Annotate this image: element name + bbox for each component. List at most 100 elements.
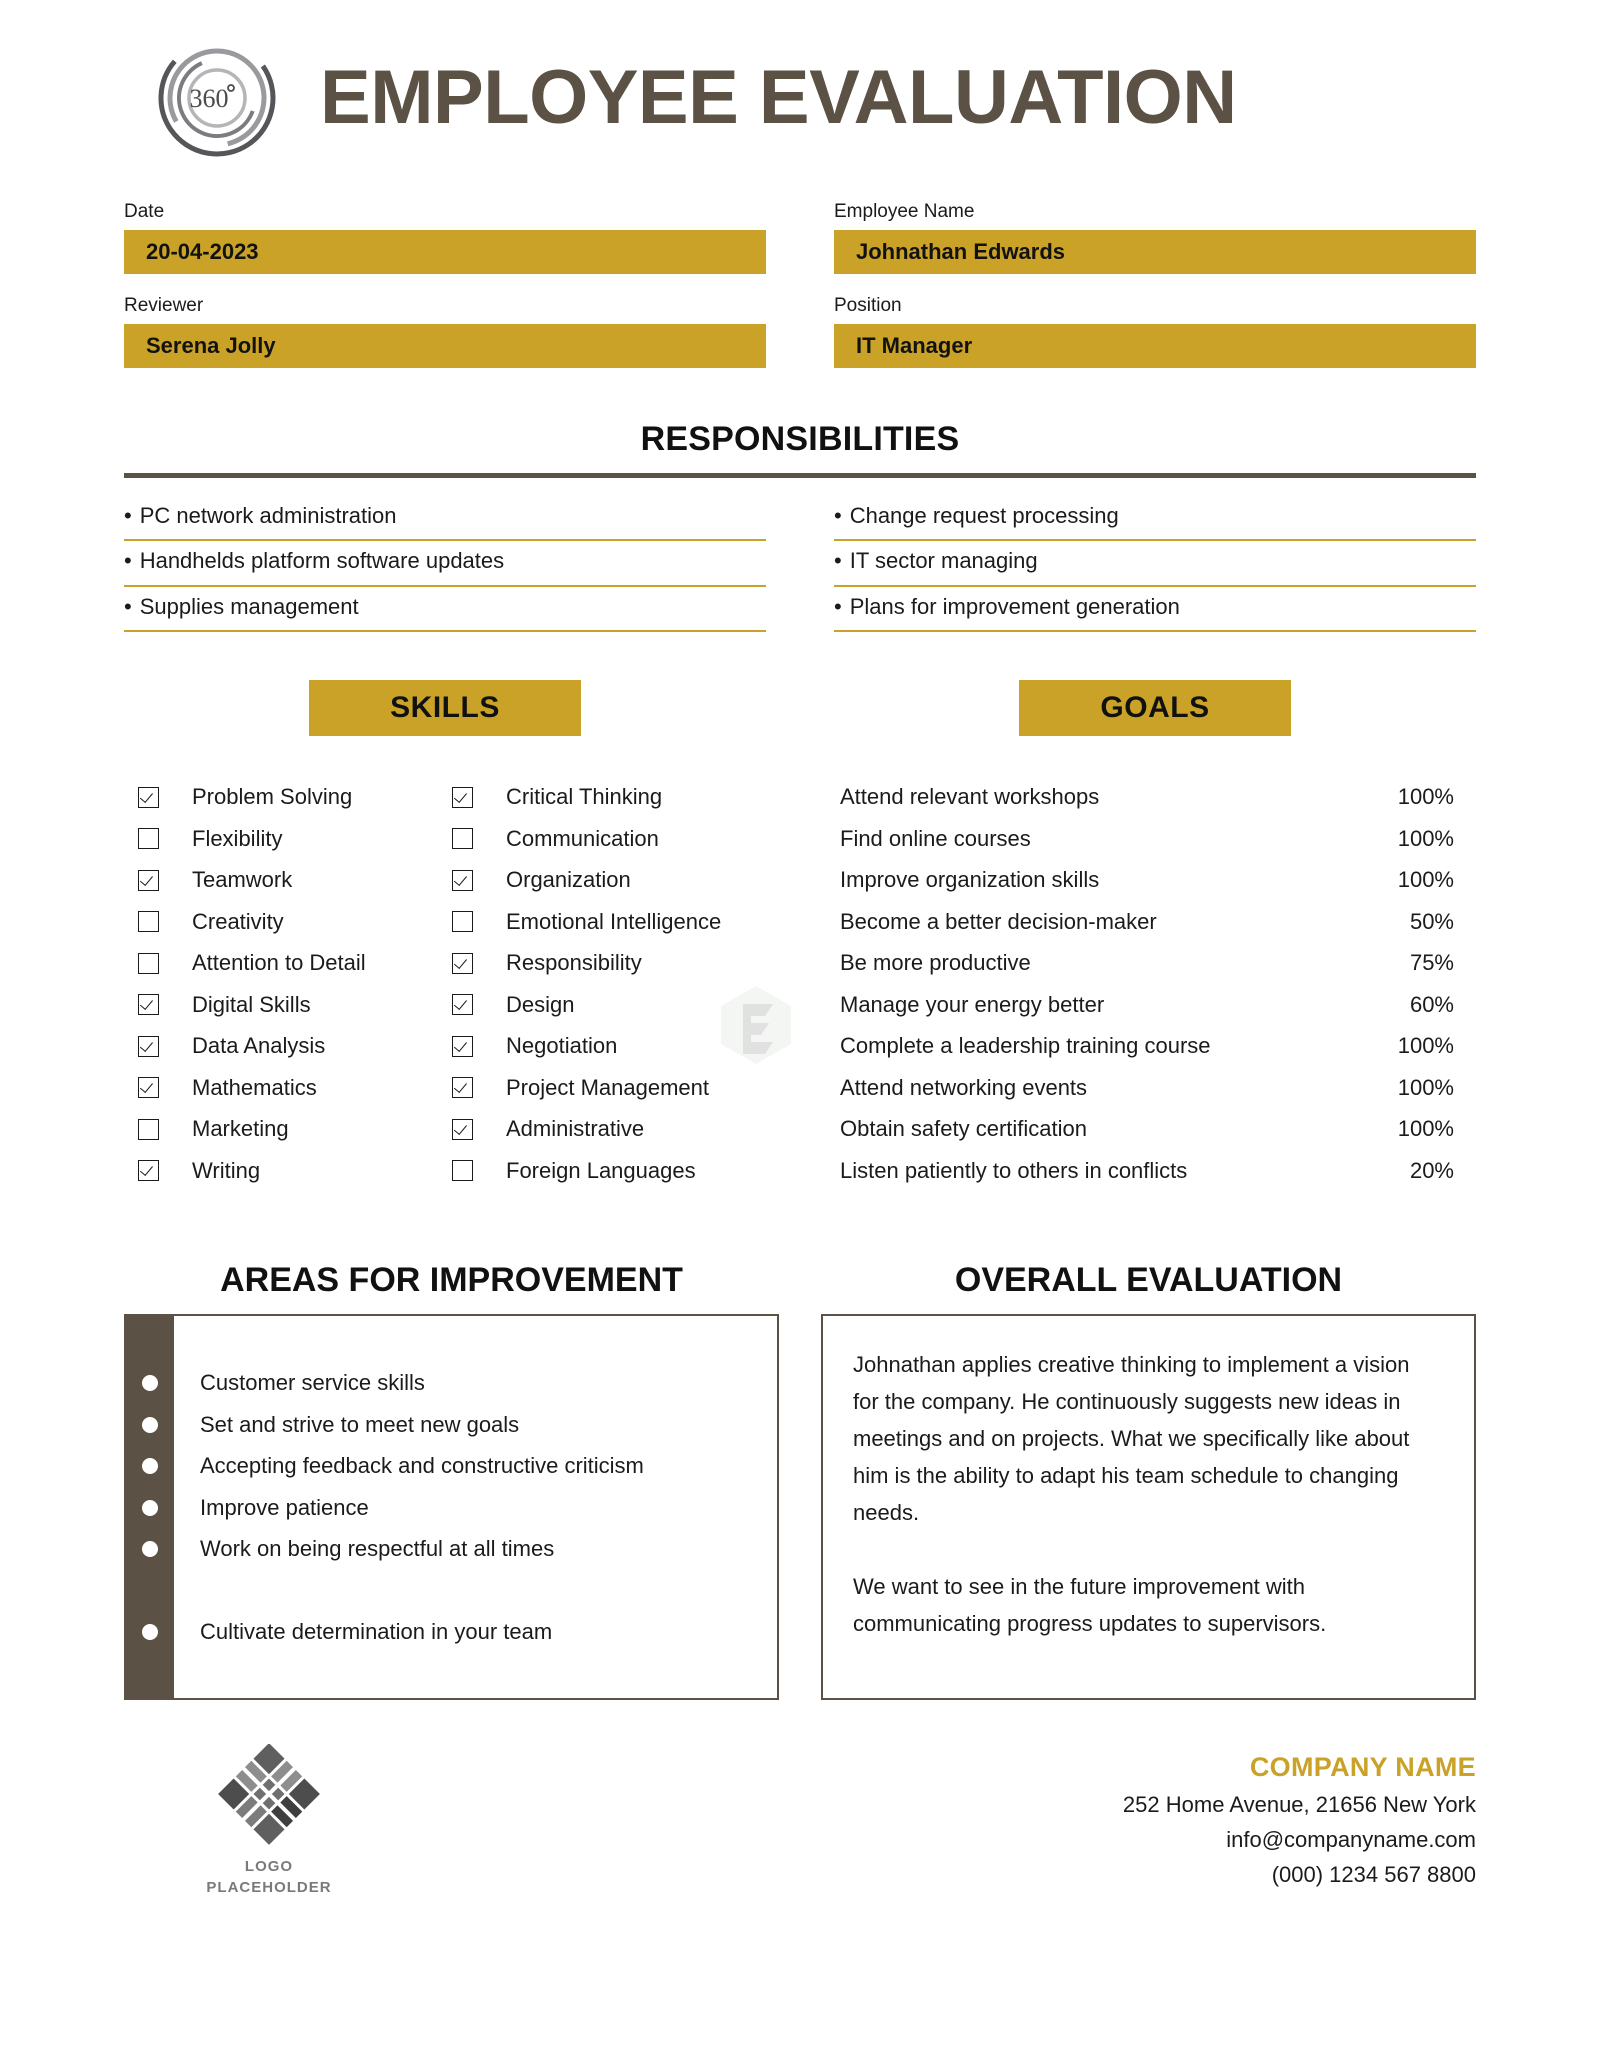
skills-right-column: Critical Thinking Communication Organizati… <box>452 776 766 1191</box>
checkbox-unchecked-icon[interactable] <box>138 828 159 850</box>
skill-row: Foreign Languages <box>452 1150 766 1192</box>
goal-label: Listen patiently to others in conflicts <box>840 1157 1188 1183</box>
improvement-bullet-slot <box>126 1570 174 1612</box>
skill-row: Emotional Intelligence <box>452 901 766 943</box>
position-label: Position <box>834 294 902 316</box>
skill-label: Digital Skills <box>192 991 311 1017</box>
responsibilities-divider <box>124 472 1476 478</box>
responsibility-item: • Plans for improvement generation <box>834 587 1476 633</box>
goal-progress-value: 100% <box>1397 1116 1454 1142</box>
goal-label: Become a better decision-maker <box>840 908 1157 934</box>
document-header: 360 EMPLOYEE EVALUATION <box>124 0 1476 170</box>
bullet-dot-icon <box>142 1375 158 1392</box>
skills-goals-section: SKILLS Problem Solving Flexibility Teamwor… <box>124 680 1476 1191</box>
checkbox-checked-icon[interactable] <box>138 1160 159 1182</box>
areas-for-improvement-items: Customer service skills Set and strive to… <box>174 1316 777 1698</box>
overall-evaluation-section: OVERALL EVALUATION Johnathan applies cre… <box>821 1261 1476 1701</box>
goal-progress-value: 100% <box>1397 825 1454 851</box>
checkbox-checked-icon[interactable] <box>452 1035 473 1057</box>
skill-row: Administrative <box>452 1108 766 1150</box>
checkbox-checked-icon[interactable] <box>138 994 159 1016</box>
checkbox-checked-icon[interactable] <box>138 1035 159 1057</box>
responsibilities-left-column: • PC network administration • Handhelds pl… <box>124 496 766 633</box>
date-field-group: Date 20-04-2023 <box>124 201 766 274</box>
skill-row: Teamwork <box>138 859 452 901</box>
position-value[interactable]: IT Manager <box>834 323 1476 368</box>
skill-label: Mathematics <box>192 1074 317 1100</box>
skill-row: Digital Skills <box>138 984 452 1026</box>
responsibility-text: Handhelds platform software updates <box>139 548 505 574</box>
skill-label: Foreign Languages <box>506 1157 696 1183</box>
footer-logo-block: LOGO PLACEHOLDER <box>124 1743 374 1898</box>
checkbox-checked-icon[interactable] <box>138 869 159 891</box>
areas-for-improvement-title: AREAS FOR IMPROVEMENT <box>220 1261 683 1300</box>
improvement-item: Cultivate determination in your team <box>200 1619 553 1645</box>
checkbox-unchecked-icon[interactable] <box>452 828 473 850</box>
bullet-icon: • <box>834 548 842 574</box>
checkbox-unchecked-icon[interactable] <box>452 911 473 933</box>
checkbox-unchecked-icon[interactable] <box>138 1118 159 1140</box>
checkbox-checked-icon[interactable] <box>452 994 473 1016</box>
checkbox-unchecked-icon[interactable] <box>452 1160 473 1182</box>
goal-progress-value: 100% <box>1397 784 1454 810</box>
goal-progress-value: 100% <box>1397 1033 1454 1059</box>
responsibilities-title: RESPONSIBILITIES <box>640 419 960 458</box>
reviewer-value[interactable]: Serena Jolly <box>124 323 766 368</box>
checkbox-checked-icon[interactable] <box>452 952 473 974</box>
skill-row: Design <box>452 984 766 1026</box>
goal-progress-value: 50% <box>1409 908 1454 934</box>
skills-section: SKILLS Problem Solving Flexibility Teamwor… <box>124 680 766 1191</box>
position-field-group: Position IT Manager <box>834 294 1476 368</box>
skill-label: Marketing <box>192 1116 289 1142</box>
skills-left-column: Problem Solving Flexibility Teamwork Creati… <box>138 776 452 1191</box>
goal-row: Be more productive 75% <box>840 942 1476 984</box>
bullet-dot-icon <box>142 1416 158 1433</box>
skill-row: Writing <box>138 1150 452 1192</box>
goal-row: Complete a leadership training course 100… <box>840 1025 1476 1067</box>
skill-label: Writing <box>192 1157 261 1183</box>
goal-label: Attend networking events <box>840 1074 1088 1100</box>
responsibility-text: PC network administration <box>139 502 397 528</box>
goal-row: Obtain safety certification 100% <box>840 1108 1476 1150</box>
checkbox-checked-icon[interactable] <box>138 786 159 808</box>
employee-name-value[interactable]: Johnathan Edwards <box>834 229 1476 274</box>
responsibility-item: • Supplies management <box>124 587 766 633</box>
date-value[interactable]: 20-04-2023 <box>124 229 766 274</box>
company-contact-block: COMPANY NAME 252 Home Avenue, 21656 New … <box>1123 1744 1476 1888</box>
checkbox-checked-icon[interactable] <box>452 1118 473 1140</box>
checkbox-checked-icon[interactable] <box>452 786 473 808</box>
responsibilities-right-column: • Change request processing • IT sector ma… <box>834 496 1476 633</box>
responsibility-item: • PC network administration <box>124 496 766 542</box>
responsibility-item: • Handhelds platform software updates <box>124 541 766 587</box>
checkbox-checked-icon[interactable] <box>452 1077 473 1099</box>
skill-label: Problem Solving <box>192 784 353 810</box>
company-email[interactable]: info@companyname.com <box>1123 1827 1476 1853</box>
reviewer-label: Reviewer <box>124 294 204 316</box>
improvement-item: Set and strive to meet new goals <box>200 1411 520 1437</box>
improvement-bullet-slot <box>126 1487 174 1529</box>
bottom-section: AREAS FOR IMPROVEMENT Customer service s… <box>124 1261 1476 1701</box>
skill-row: Problem Solving <box>138 776 452 818</box>
skill-row: Attention to Detail <box>138 942 452 984</box>
goal-progress-value: 60% <box>1409 991 1454 1017</box>
placeholder-logo-icon <box>218 1743 320 1846</box>
employee-name-label: Employee Name <box>834 201 975 222</box>
skill-row: Mathematics <box>138 1067 452 1109</box>
responsibility-text: Change request processing <box>849 502 1119 528</box>
goal-progress-value: 75% <box>1409 950 1454 976</box>
skill-label: Project Management <box>506 1074 709 1100</box>
checkbox-unchecked-icon[interactable] <box>138 952 159 974</box>
skill-row: Marketing <box>138 1108 452 1150</box>
checkbox-unchecked-icon[interactable] <box>138 911 159 933</box>
employee-name-field-group: Employee Name Johnathan Edwards <box>834 201 1476 274</box>
company-phone[interactable]: (000) 1234 567 8800 <box>1123 1862 1476 1888</box>
checkbox-checked-icon[interactable] <box>452 869 473 891</box>
bullet-dot-icon <box>142 1499 158 1516</box>
checkbox-checked-icon[interactable] <box>138 1077 159 1099</box>
goal-row: Become a better decision-maker 50% <box>840 901 1476 943</box>
skill-label: Data Analysis <box>192 1033 326 1059</box>
improvement-bullet-slot <box>126 1528 174 1570</box>
areas-for-improvement-section: AREAS FOR IMPROVEMENT Customer service s… <box>124 1261 779 1701</box>
skill-row: Creativity <box>138 901 452 943</box>
bullet-icon: • <box>124 548 132 574</box>
